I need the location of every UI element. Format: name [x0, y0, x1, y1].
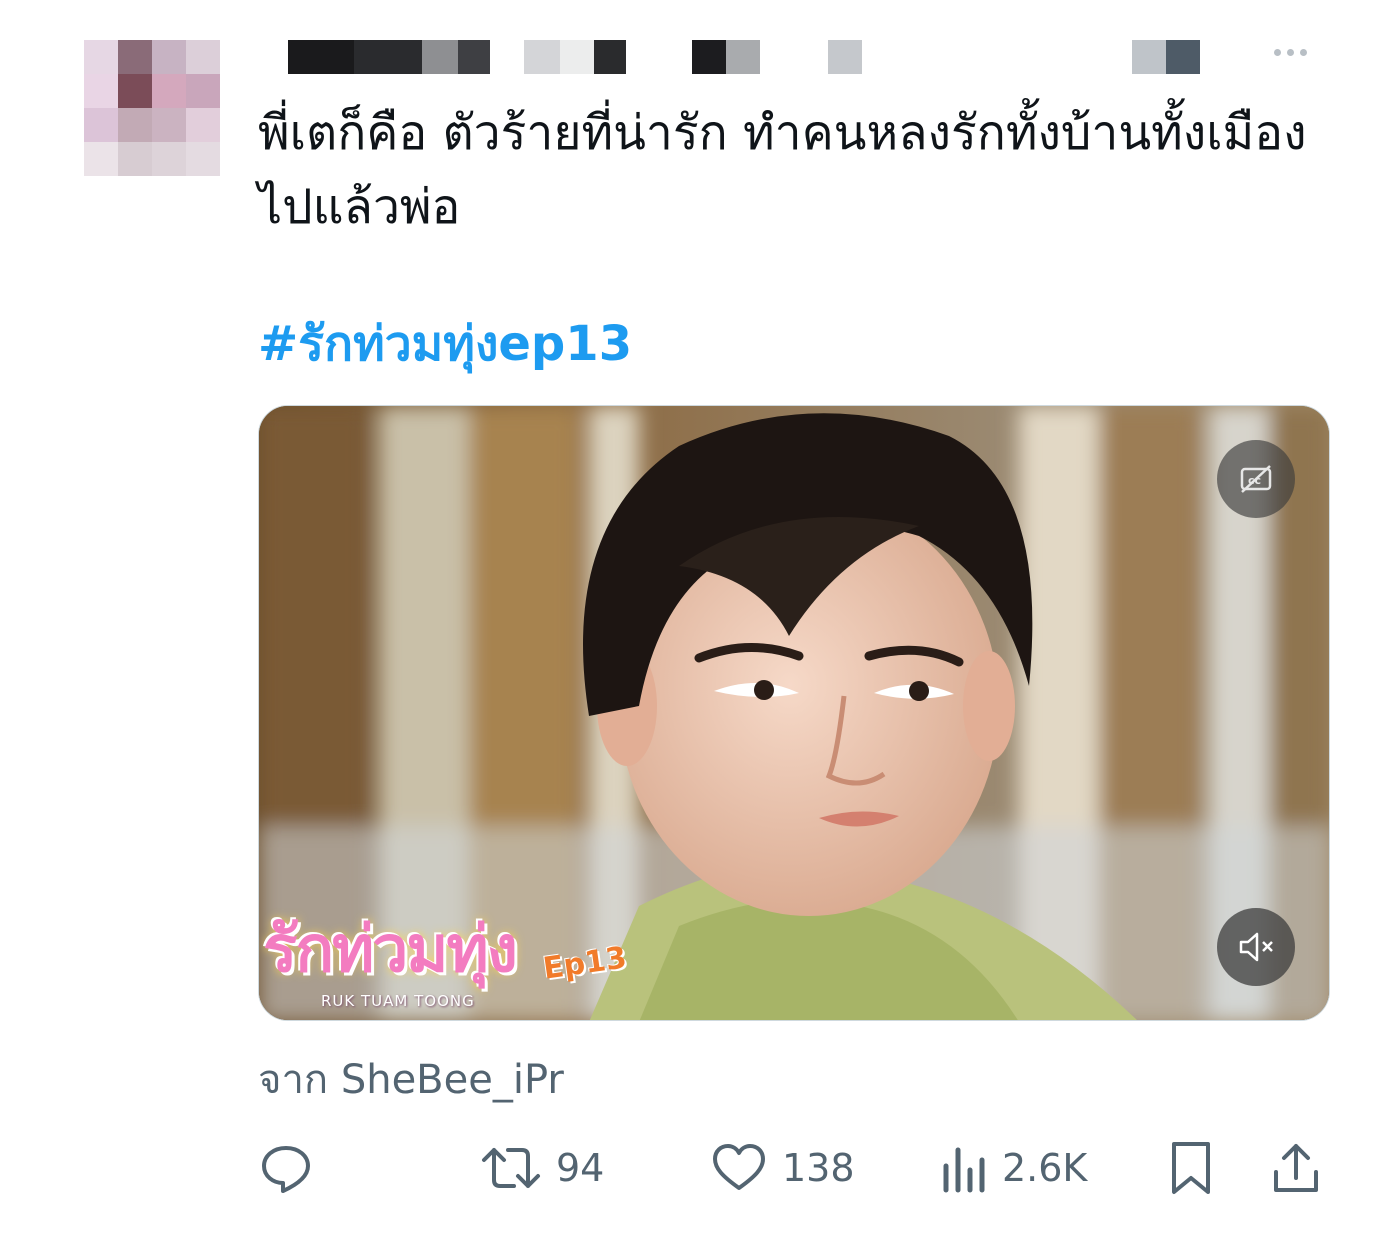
share-icon [1274, 1144, 1318, 1192]
bookmark-button[interactable] [1166, 1136, 1216, 1200]
hashtag-link[interactable]: #รักท่วมทุ่งep13 [258, 312, 632, 376]
unmute-button[interactable] [1217, 908, 1295, 986]
views-bar-icon [943, 1147, 985, 1193]
retweet-icon [482, 1148, 540, 1188]
show-logo-episode: Ep13 [540, 940, 629, 987]
captions-off-icon: cc [1240, 465, 1272, 493]
show-logo: รักท่วมทุ่ง Ep13 RUK TUAM TOONG [259, 900, 639, 1020]
reply-button[interactable] [258, 1136, 314, 1200]
share-button[interactable] [1268, 1136, 1324, 1200]
like-count: 138 [782, 1146, 855, 1190]
retweet-count: 94 [556, 1146, 605, 1190]
avatar[interactable] [84, 40, 220, 176]
tweet-text: พี่เตก็คือ ตัวร้ายที่น่ารัก ทำคนหลงรักทั… [258, 105, 1307, 235]
show-logo-subtitle: RUK TUAM TOONG [321, 992, 475, 1010]
reply-icon [262, 1146, 310, 1193]
show-logo-title: รักท่วมทุ่ง [263, 913, 518, 987]
like-button[interactable]: 138 [710, 1136, 855, 1200]
views-button[interactable]: 2.6K [938, 1136, 1087, 1200]
heart-icon [713, 1144, 765, 1190]
bookmark-icon [1172, 1142, 1210, 1194]
retweet-button[interactable]: 94 [480, 1136, 604, 1200]
captions-toggle-button[interactable]: cc [1217, 440, 1295, 518]
more-options-icon[interactable] [1258, 40, 1322, 64]
source-attribution-link[interactable]: จาก SheBee_iPr [258, 1054, 564, 1106]
tweet-action-bar: 94 138 2.6K [258, 1136, 1328, 1200]
views-count: 2.6K [1002, 1146, 1088, 1190]
video-player[interactable]: cc รักท่วมทุ่ง Ep13 RUK TUAM TOONG [258, 405, 1330, 1021]
volume-muted-icon [1239, 932, 1273, 962]
